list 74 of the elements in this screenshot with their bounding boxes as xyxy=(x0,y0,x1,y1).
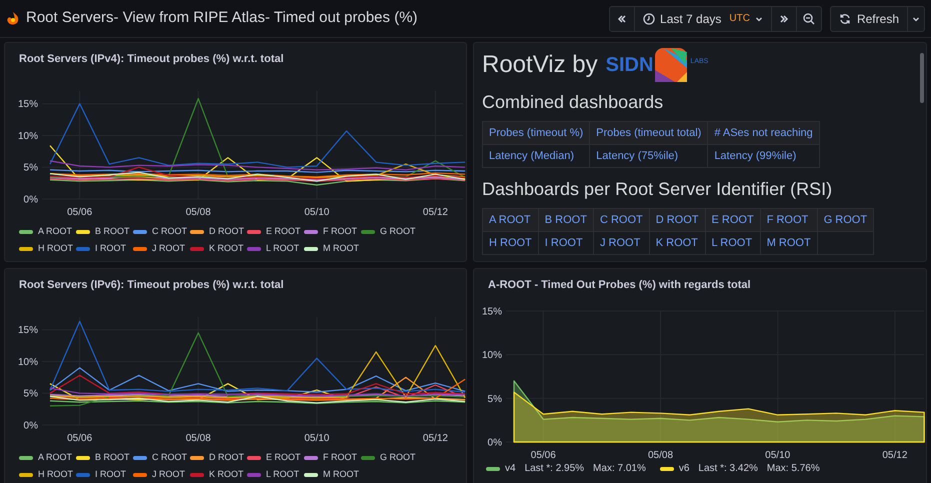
panel-title: A-ROOT - Timed Out Probes (%) with regards total xyxy=(488,279,751,291)
legend-label[interactable]: D ROOT xyxy=(209,449,244,466)
legend-label[interactable]: B ROOT xyxy=(95,449,130,466)
axis-tick-label: 0% xyxy=(24,194,38,206)
axis-tick-label: 5% xyxy=(24,162,38,174)
panel-title: Root Servers (IPv6): Timeout probes (%) w.r.t. total xyxy=(19,279,284,291)
legend-label[interactable]: H ROOT xyxy=(38,466,73,483)
legend-stat: Last *: 3.42% xyxy=(698,462,758,476)
legend-label[interactable]: J ROOT xyxy=(152,466,185,483)
axis-tick-label: 05/08 xyxy=(186,433,211,444)
legend-label[interactable]: E ROOT xyxy=(266,223,301,240)
caret-icon xyxy=(754,14,763,22)
clock-icon xyxy=(643,12,656,24)
legend-stat: Max: 7.01% xyxy=(593,462,646,476)
dashboard-title: Root Servers- View from RIPE Atlas- Timed out probes (%) xyxy=(26,8,418,28)
axis-tick-label: 15% xyxy=(18,325,38,336)
axis-tick-label: 05/06 xyxy=(530,450,556,461)
axis-tick-label: 0% xyxy=(24,420,38,432)
legend-label[interactable]: I ROOT xyxy=(95,240,126,257)
legend-label[interactable]: G ROOT xyxy=(380,223,416,240)
axis-tick-label: 05/10 xyxy=(304,433,330,444)
chevrons-left-icon xyxy=(617,14,628,24)
axis-tick-label: 05/08 xyxy=(186,207,211,218)
legend-label[interactable]: A ROOT xyxy=(38,449,72,466)
legend-label[interactable]: K ROOT xyxy=(209,240,244,257)
legend-label[interactable]: M ROOT xyxy=(323,240,359,257)
legend-label[interactable]: J ROOT xyxy=(152,240,185,257)
axis-tick-label: 05/12 xyxy=(422,207,448,218)
legend-label[interactable]: H ROOT xyxy=(38,240,73,257)
legend-label[interactable]: E ROOT xyxy=(266,449,301,466)
legend-label[interactable]: C ROOT xyxy=(152,449,187,466)
chevrons-right-icon xyxy=(778,14,789,24)
axis-tick-label: 15% xyxy=(482,306,502,318)
axis-tick-label: 05/06 xyxy=(67,207,92,218)
caret-icon xyxy=(912,14,920,22)
panel-title: Root Servers (IPv4): Timeout probes (%) w.r.t. total xyxy=(19,53,284,65)
legend-label[interactable]: A ROOT xyxy=(38,223,72,240)
axis-tick-label: 05/10 xyxy=(765,450,790,461)
axis-tick-label: 0% xyxy=(488,438,502,448)
scrollbar[interactable] xyxy=(920,53,924,103)
refresh-icon xyxy=(838,12,851,24)
axis-tick-label: 10% xyxy=(18,130,38,142)
axis-tick-label: 05/08 xyxy=(648,450,674,461)
legend-label[interactable]: D ROOT xyxy=(209,223,244,240)
legend-label[interactable]: v6 xyxy=(678,461,690,476)
legend-label[interactable]: I ROOT xyxy=(95,466,126,483)
legend-label[interactable]: L ROOT xyxy=(266,466,300,483)
zoom-out-icon xyxy=(802,12,815,24)
axis-tick-label: 15% xyxy=(18,99,38,110)
logo-icon xyxy=(655,48,688,82)
axis-tick-label: 5% xyxy=(488,394,502,405)
axis-tick-label: 05/10 xyxy=(304,207,330,218)
axis-tick-label: 05/12 xyxy=(882,450,908,461)
legend-label[interactable]: M ROOT xyxy=(323,466,359,483)
axis-tick-label: 10% xyxy=(18,356,38,368)
legend-label[interactable]: F ROOT xyxy=(323,449,357,466)
axis-tick-label: 05/12 xyxy=(422,433,448,444)
logo-text: SIDN xyxy=(606,54,654,76)
legend-label[interactable]: F ROOT xyxy=(323,223,357,240)
section-heading: Dashboards per Root Server Identifier (RSI) xyxy=(482,178,834,201)
section-heading: Combined dashboards xyxy=(482,91,664,114)
axis-tick-label: 05/06 xyxy=(67,433,92,444)
legend-label[interactable]: K ROOT xyxy=(209,466,244,483)
page-heading: RootViz by xyxy=(482,50,598,80)
legend-label[interactable]: L ROOT xyxy=(266,240,300,257)
legend-label[interactable]: C ROOT xyxy=(152,223,187,240)
legend-label[interactable]: B ROOT xyxy=(95,223,130,240)
axis-tick-label: 5% xyxy=(24,388,38,400)
legend-stat: Max: 5.76% xyxy=(766,462,820,476)
legend-label[interactable]: G ROOT xyxy=(380,449,416,466)
legend-stat: Last *: 2.95% xyxy=(524,462,584,476)
legend-label[interactable]: v4 xyxy=(505,461,516,476)
logo-icon[interactable] xyxy=(6,10,20,26)
axis-tick-label: 10% xyxy=(482,350,502,362)
